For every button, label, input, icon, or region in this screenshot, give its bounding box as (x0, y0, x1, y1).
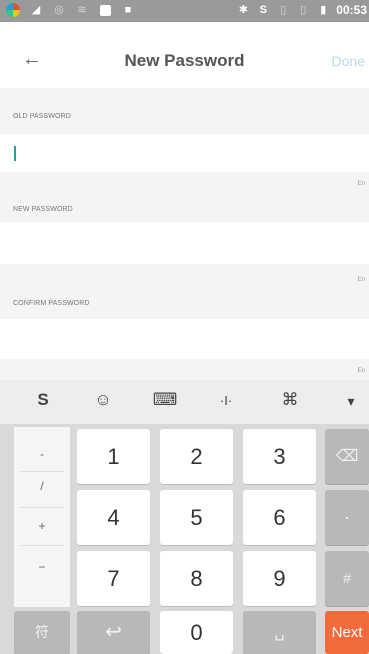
old-password-input[interactable] (0, 134, 369, 172)
key-2[interactable]: 2 (160, 429, 233, 484)
return-arrow-icon[interactable]: ↩ (77, 611, 150, 654)
command-icon[interactable]: ⌘ (275, 390, 305, 410)
status-icons-left: ◢ ◎ ≋ ■ (6, 3, 135, 17)
old-password-section: OLD PASSWORD (0, 88, 369, 134)
sim2-icon: ▯ (300, 3, 307, 16)
collapse-keyboard-icon[interactable]: ▾ (336, 393, 366, 410)
key-9[interactable]: 9 (243, 551, 316, 606)
hint-label: En (357, 368, 365, 374)
image-icon (98, 3, 112, 17)
sim-icon: ▯ (280, 3, 287, 16)
keyboard-layout-icon[interactable]: ⌨ (150, 390, 180, 410)
symbol-key-dash[interactable]: - (14, 447, 70, 461)
key-5[interactable]: 5 (160, 490, 233, 545)
key-6[interactable]: 6 (243, 490, 316, 545)
dot-key[interactable]: · (325, 490, 369, 545)
space-bar-icon[interactable]: ␣ (243, 611, 316, 654)
alarm-icon: ◎ (54, 3, 64, 16)
symbols-key[interactable]: 符 (14, 611, 70, 654)
hash-key[interactable]: # (325, 551, 369, 606)
sogou-icon: S (259, 3, 267, 16)
app-icon (6, 3, 20, 17)
key-7[interactable]: 7 (77, 551, 150, 606)
key-4[interactable]: 4 (77, 490, 150, 545)
wifi-icon: ≋ (77, 3, 87, 16)
signal-icon: ◢ (31, 3, 41, 16)
key-8[interactable]: 8 (160, 551, 233, 606)
key-0[interactable]: 0 (160, 611, 233, 654)
symbol-column: - / + − (14, 427, 70, 607)
key-3[interactable]: 3 (243, 429, 316, 484)
new-password-section: En NEW PASSWORD (0, 172, 369, 222)
battery-icon: ▮ (320, 3, 327, 16)
symbol-key-slash[interactable]: / (14, 479, 70, 493)
page-title: New Password (124, 51, 245, 70)
delete-key-icon[interactable]: ⌫ (325, 429, 369, 484)
text-cursor (14, 146, 16, 161)
confirm-password-section: En CONFIRM PASSWORD (0, 264, 369, 319)
bluetooth-icon: ✱ (238, 3, 248, 16)
next-button[interactable]: Next (325, 611, 369, 654)
emoji-icon[interactable]: ☺ (88, 390, 118, 410)
new-password-label: NEW PASSWORD (13, 206, 73, 213)
new-password-input[interactable] (0, 222, 369, 264)
hint-label: En (357, 181, 365, 187)
symbol-key-plus[interactable]: + (14, 519, 70, 533)
divider (20, 471, 64, 472)
status-bar: ◢ ◎ ≋ ■ ✱ S ▯ ▯ ▮ 00:53 (0, 0, 369, 22)
done-button[interactable]: Done (332, 53, 365, 69)
keyboard-toolbar: S ☺ ⌨ ·I· ⌘ ▾ (0, 380, 369, 424)
app-header: ← New Password Done (0, 22, 369, 90)
status-icons-right: ✱ S ▯ ▯ ▮ 00:53 (236, 3, 367, 17)
symbol-key-minus[interactable]: − (14, 560, 70, 574)
form-footer: En (0, 359, 369, 380)
hint-label: En (357, 277, 365, 283)
cursor-move-icon[interactable]: ·I· (211, 393, 241, 408)
sogou-logo-icon[interactable]: S (28, 390, 58, 410)
key-1[interactable]: 1 (77, 429, 150, 484)
notification-icon: ■ (124, 3, 132, 16)
old-password-label: OLD PASSWORD (13, 113, 71, 120)
confirm-password-label: CONFIRM PASSWORD (13, 300, 90, 307)
confirm-password-input[interactable] (0, 319, 369, 359)
status-time: 00:53 (336, 3, 367, 17)
divider (20, 507, 64, 508)
divider (20, 545, 64, 546)
